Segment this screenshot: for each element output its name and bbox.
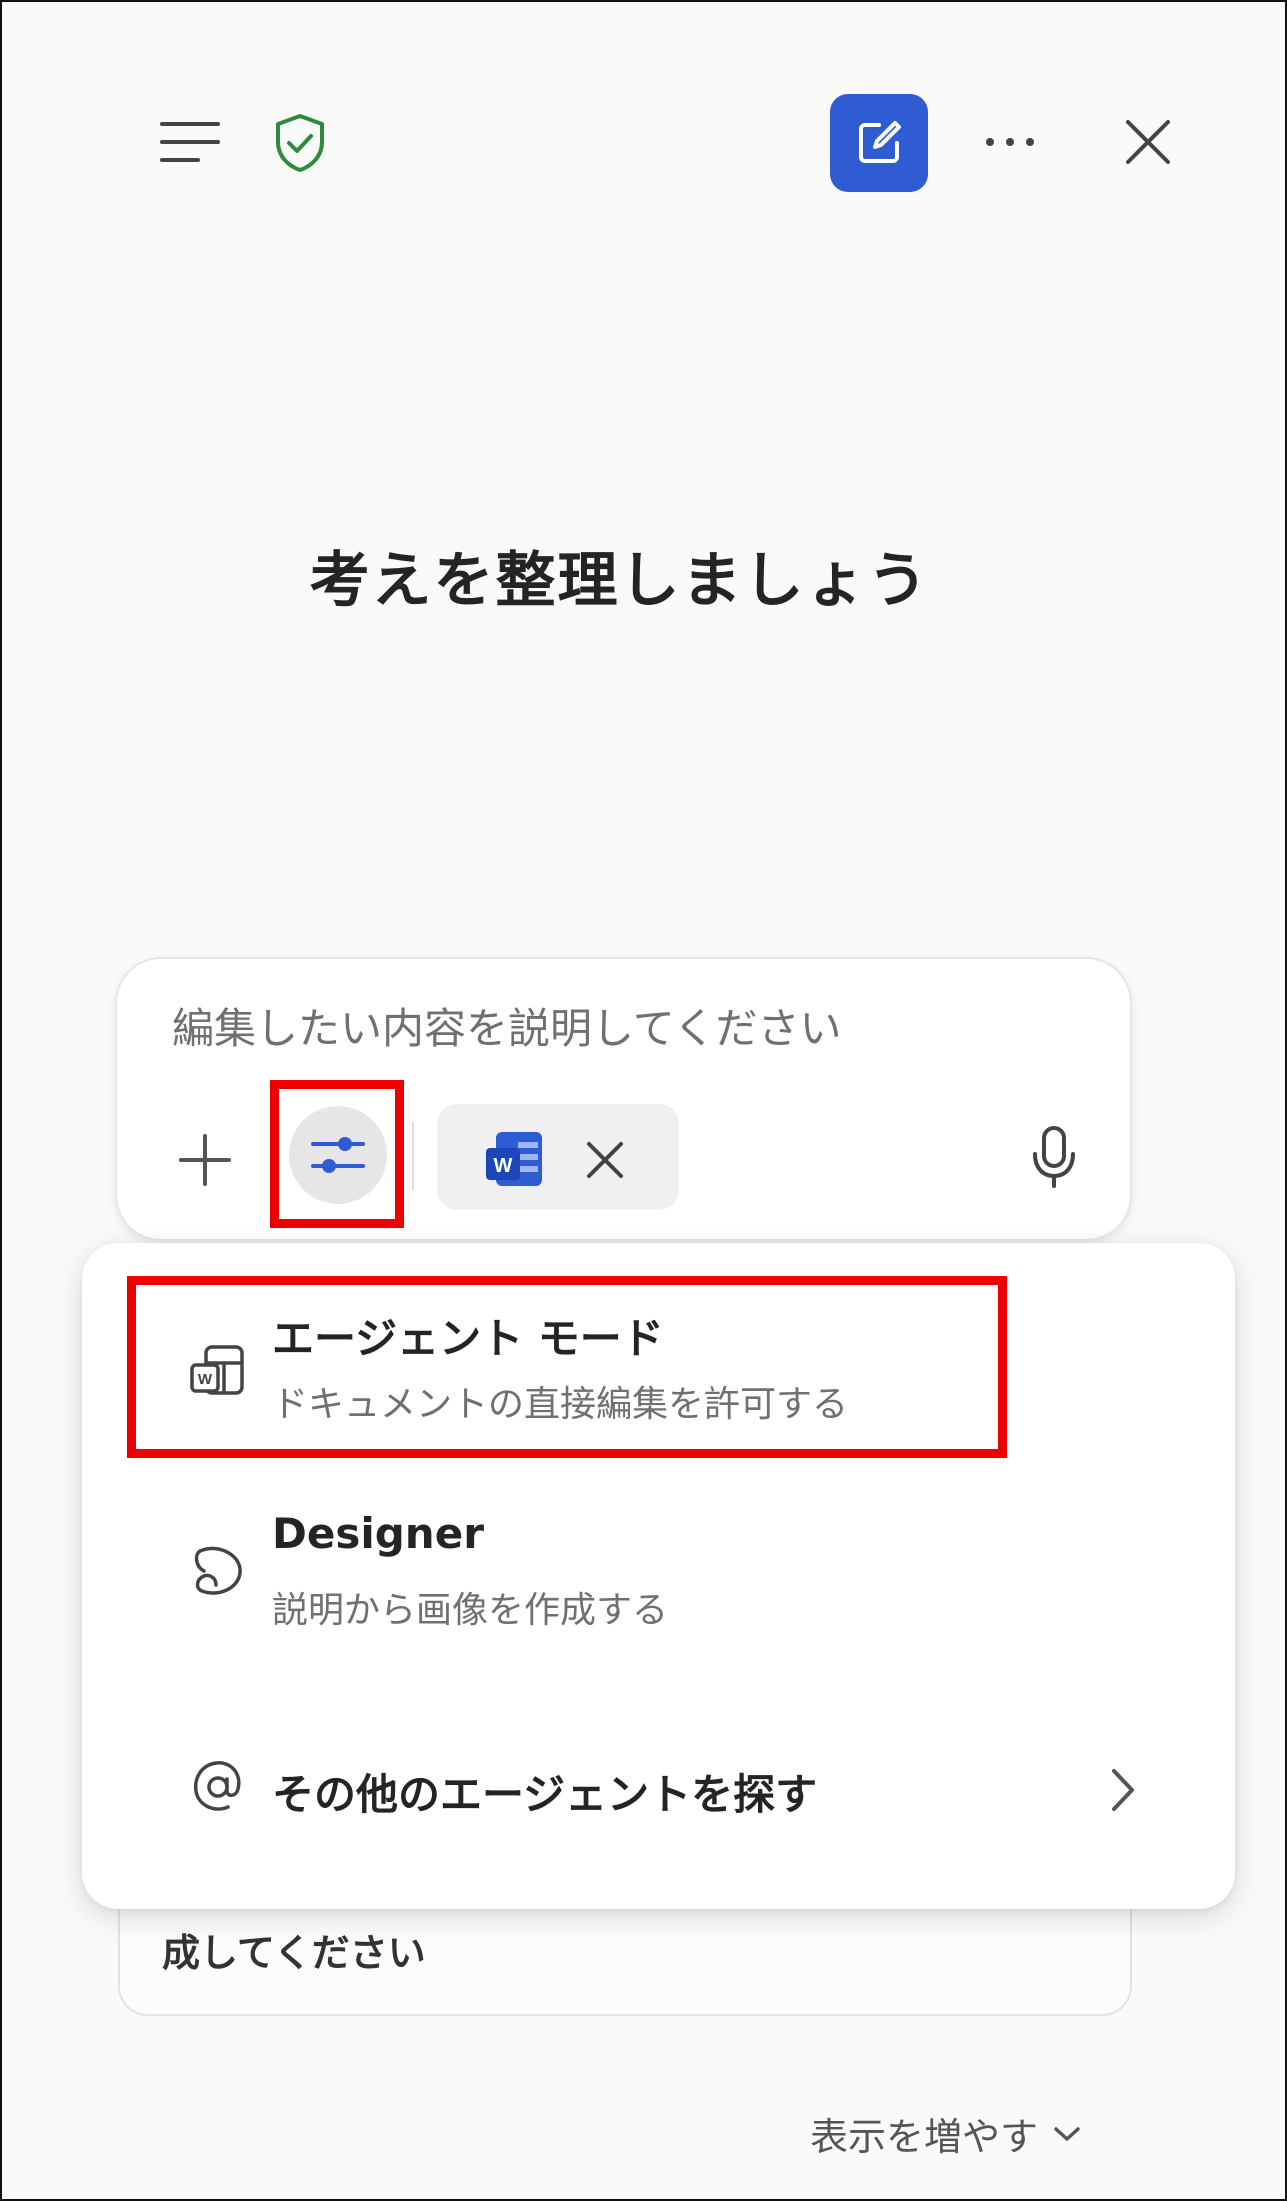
designer-icon xyxy=(188,1541,248,1601)
page-title: 考えを整理しましょう xyxy=(309,546,930,616)
prompt-suggestion-text: 成してください xyxy=(162,1931,426,1975)
menu-item-subtitle: 説明から画像を作成する xyxy=(272,1590,669,1631)
svg-text:W: W xyxy=(198,1371,213,1388)
menu-item-subtitle: ドキュメントの直接編集を許可する xyxy=(272,1384,849,1425)
menu-item-title: その他のエージェントを探す xyxy=(272,1770,818,1819)
word-agent-icon: W xyxy=(188,1341,248,1401)
compose-icon xyxy=(859,121,901,163)
prompt-input[interactable] xyxy=(170,997,1074,1059)
menu-item-agent-mode[interactable]: W エージェント モード ドキュメントの直接編集を許可する xyxy=(112,1283,1202,1443)
menu-icon[interactable] xyxy=(158,114,222,170)
attached-document-chip[interactable] xyxy=(437,1104,679,1210)
shield-check-icon[interactable] xyxy=(270,112,330,174)
menu-item-designer[interactable]: Designer 説明から画像を作成する xyxy=(112,1495,1202,1655)
remove-attachment-icon[interactable] xyxy=(580,1135,630,1185)
add-icon[interactable] xyxy=(172,1127,238,1193)
chevron-right-icon xyxy=(1102,1763,1142,1817)
show-more-button[interactable]: 表示を増やす xyxy=(810,2106,1082,2161)
show-more-label: 表示を増やす xyxy=(810,2115,1039,2159)
menu-item-title: エージェント モード xyxy=(272,1314,664,1363)
tools-button[interactable] xyxy=(289,1106,387,1204)
chevron-down-icon xyxy=(1054,2126,1080,2141)
microphone-icon[interactable] xyxy=(1026,1122,1082,1192)
svg-text:W: W xyxy=(494,1155,513,1177)
sliders-icon xyxy=(311,1137,365,1173)
new-chat-button[interactable] xyxy=(830,94,928,192)
close-icon[interactable] xyxy=(1120,114,1176,170)
copilot-pane: 考えを整理しましょう 成してください W xyxy=(0,0,1287,2201)
toolbar-divider xyxy=(412,1122,414,1190)
at-icon xyxy=(188,1757,248,1817)
more-horizontal-icon[interactable] xyxy=(980,117,1040,167)
tools-menu: W エージェント モード ドキュメントの直接編集を許可する Designer 説… xyxy=(82,1243,1235,1909)
menu-item-find-agents[interactable]: その他のエージェントを探す xyxy=(112,1733,1202,1843)
menu-item-title: Designer xyxy=(272,1509,484,1558)
word-document-icon: W xyxy=(482,1126,548,1192)
